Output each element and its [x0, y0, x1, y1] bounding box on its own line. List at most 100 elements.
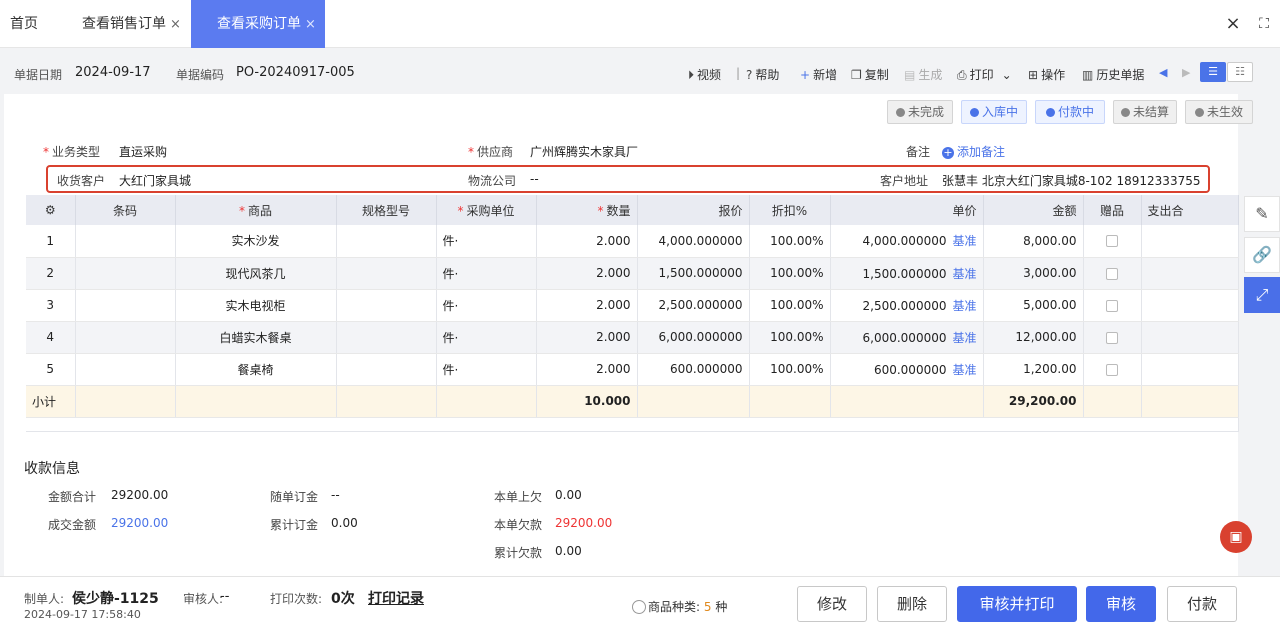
deal-value[interactable]: 29200.00 [111, 516, 168, 530]
link-icon[interactable]: 🔗 [1244, 237, 1280, 273]
next-arrow-icon[interactable]: ▶ [1182, 66, 1190, 79]
operate-button[interactable]: ⊞ 操作 [1028, 66, 1065, 83]
product-cell[interactable]: 实木电视柜 [175, 289, 337, 322]
notes-icon[interactable]: ✎ [1244, 196, 1280, 232]
discount-cell[interactable]: 100.00% [749, 353, 831, 386]
ref-link[interactable]: 基准 [952, 299, 976, 313]
price-cell[interactable]: 4,000.000000 基准 [830, 225, 984, 258]
spec-cell[interactable] [336, 257, 437, 290]
amount-cell[interactable]: 1,200.00 [983, 353, 1084, 386]
ref-link[interactable]: 基准 [952, 331, 976, 345]
print-button[interactable]: ⎙ 打印 ⌄ [957, 66, 1012, 83]
gift-checkbox[interactable] [1106, 363, 1118, 376]
history-button[interactable]: ▥ 历史单据 [1082, 66, 1144, 83]
quote-cell[interactable]: 6,000.000000 [637, 321, 750, 354]
quote-cell[interactable]: 2,500.000000 [637, 289, 750, 322]
unit-cell[interactable]: 件· [436, 225, 537, 258]
barcode-cell[interactable] [75, 353, 176, 386]
quote-cell[interactable]: 600.000000 [637, 353, 750, 386]
logistics-value[interactable]: -- [530, 172, 539, 186]
add-button[interactable]: + 新增 [800, 66, 837, 83]
amount-cell[interactable]: 3,000.00 [983, 257, 1084, 290]
expense-cell[interactable] [1141, 225, 1239, 258]
delete-button[interactable]: 删除 [877, 586, 947, 622]
table-row[interactable]: 4 白蜡实木餐桌 件· 2.000 6,000.000000 100.00% 6… [26, 321, 1239, 354]
qty-cell[interactable]: 2.000 [536, 225, 638, 258]
barcode-cell[interactable] [75, 321, 176, 354]
gift-checkbox[interactable] [1106, 331, 1118, 344]
unit-cell[interactable]: 件· [436, 321, 537, 354]
product-cell[interactable]: 餐桌椅 [175, 353, 337, 386]
prev-arrow-icon[interactable]: ◀ [1159, 66, 1167, 79]
expense-cell[interactable] [1141, 289, 1239, 322]
unit-cell[interactable]: 件· [436, 257, 537, 290]
qty-cell[interactable]: 2.000 [536, 321, 638, 354]
amount-cell[interactable]: 5,000.00 [983, 289, 1084, 322]
window-close-icon[interactable]: × [1218, 0, 1248, 48]
discount-cell[interactable]: 100.00% [749, 321, 831, 354]
column-settings-icon[interactable]: ⚙ [26, 195, 76, 225]
table-row[interactable]: 1 实木沙发 件· 2.000 4,000.000000 100.00% 4,0… [26, 225, 1239, 258]
table-row[interactable]: 2 现代风茶几 件· 2.000 1,500.000000 100.00% 1,… [26, 257, 1239, 290]
price-cell[interactable]: 2,500.000000 基准 [830, 289, 984, 322]
price-cell[interactable]: 600.000000 基准 [830, 353, 984, 386]
qty-cell[interactable]: 2.000 [536, 353, 638, 386]
ref-link[interactable]: 基准 [952, 363, 976, 377]
addr-value[interactable]: 张慧丰 北京大红门家具城8-102 18912333755 [942, 172, 1200, 189]
price-cell[interactable]: 6,000.000000 基准 [830, 321, 984, 354]
ref-link[interactable]: 基准 [952, 267, 976, 281]
generate-button[interactable]: ▤ 生成 [904, 66, 942, 83]
amount-cell[interactable]: 8,000.00 [983, 225, 1084, 258]
spec-cell[interactable] [336, 289, 437, 322]
gift-checkbox[interactable] [1106, 235, 1118, 248]
help-button[interactable]: ? 帮助 [746, 66, 779, 83]
spec-cell[interactable] [336, 353, 437, 386]
gift-checkbox[interactable] [1106, 267, 1118, 280]
expense-cell[interactable] [1141, 321, 1239, 354]
qty-cell[interactable]: 2.000 [536, 257, 638, 290]
quote-cell[interactable]: 1,500.000000 [637, 257, 750, 290]
price-cell[interactable]: 1,500.000000 基准 [830, 257, 984, 290]
spec-cell[interactable] [336, 225, 437, 258]
unit-cell[interactable]: 件· [436, 353, 537, 386]
ref-link[interactable]: 基准 [952, 234, 976, 248]
barcode-cell[interactable] [75, 289, 176, 322]
table-row[interactable]: 5 餐桌椅 件· 2.000 600.000000 100.00% 600.00… [26, 353, 1239, 386]
chevron-down-icon[interactable]: ⌄ [1002, 68, 1012, 82]
supplier-value[interactable]: 广州辉腾实木家具厂 [530, 143, 638, 160]
detail-view-icon[interactable]: ☷ [1227, 62, 1253, 82]
spec-cell[interactable] [336, 321, 437, 354]
expense-cell[interactable] [1141, 353, 1239, 386]
gift-cell[interactable] [1083, 225, 1142, 258]
gift-cell[interactable] [1083, 353, 1142, 386]
edit-button[interactable]: 修改 [797, 586, 867, 622]
close-icon[interactable]: × [170, 17, 181, 32]
discount-cell[interactable]: 100.00% [749, 225, 831, 258]
fullscreen-icon[interactable]: ⛶ [1250, 0, 1278, 48]
quote-cell[interactable]: 4,000.000000 [637, 225, 750, 258]
barcode-cell[interactable] [75, 257, 176, 290]
expand-icon[interactable]: ⤢ [1244, 277, 1280, 313]
barcode-cell[interactable] [75, 225, 176, 258]
review-print-button[interactable]: 审核并打印 [957, 586, 1077, 622]
print-record-link[interactable]: 打印记录 [368, 588, 424, 608]
gift-cell[interactable] [1083, 257, 1142, 290]
qty-cell[interactable]: 2.000 [536, 289, 638, 322]
product-cell[interactable]: 实木沙发 [175, 225, 337, 258]
discount-cell[interactable]: 100.00% [749, 257, 831, 290]
tab-home[interactable]: 首页 [10, 0, 38, 48]
pay-button[interactable]: 付款 [1167, 586, 1237, 622]
unit-cell[interactable]: 件· [436, 289, 537, 322]
discount-cell[interactable]: 100.00% [749, 289, 831, 322]
biz-type-value[interactable]: 直运采购 [119, 143, 167, 160]
amount-cell[interactable]: 12,000.00 [983, 321, 1084, 354]
tab-purchase-order[interactable]: 查看采购订单 × [191, 0, 325, 48]
tab-sales-order[interactable]: 查看销售订单 × [82, 0, 181, 48]
float-action-icon[interactable]: ▣ [1220, 521, 1252, 553]
product-cell[interactable]: 现代风茶几 [175, 257, 337, 290]
close-icon[interactable]: × [305, 17, 316, 32]
gift-checkbox[interactable] [1106, 299, 1118, 312]
add-remark-link[interactable]: + 添加备注 [942, 143, 1005, 160]
gift-cell[interactable] [1083, 321, 1142, 354]
list-view-icon[interactable]: ☰ [1200, 62, 1226, 82]
